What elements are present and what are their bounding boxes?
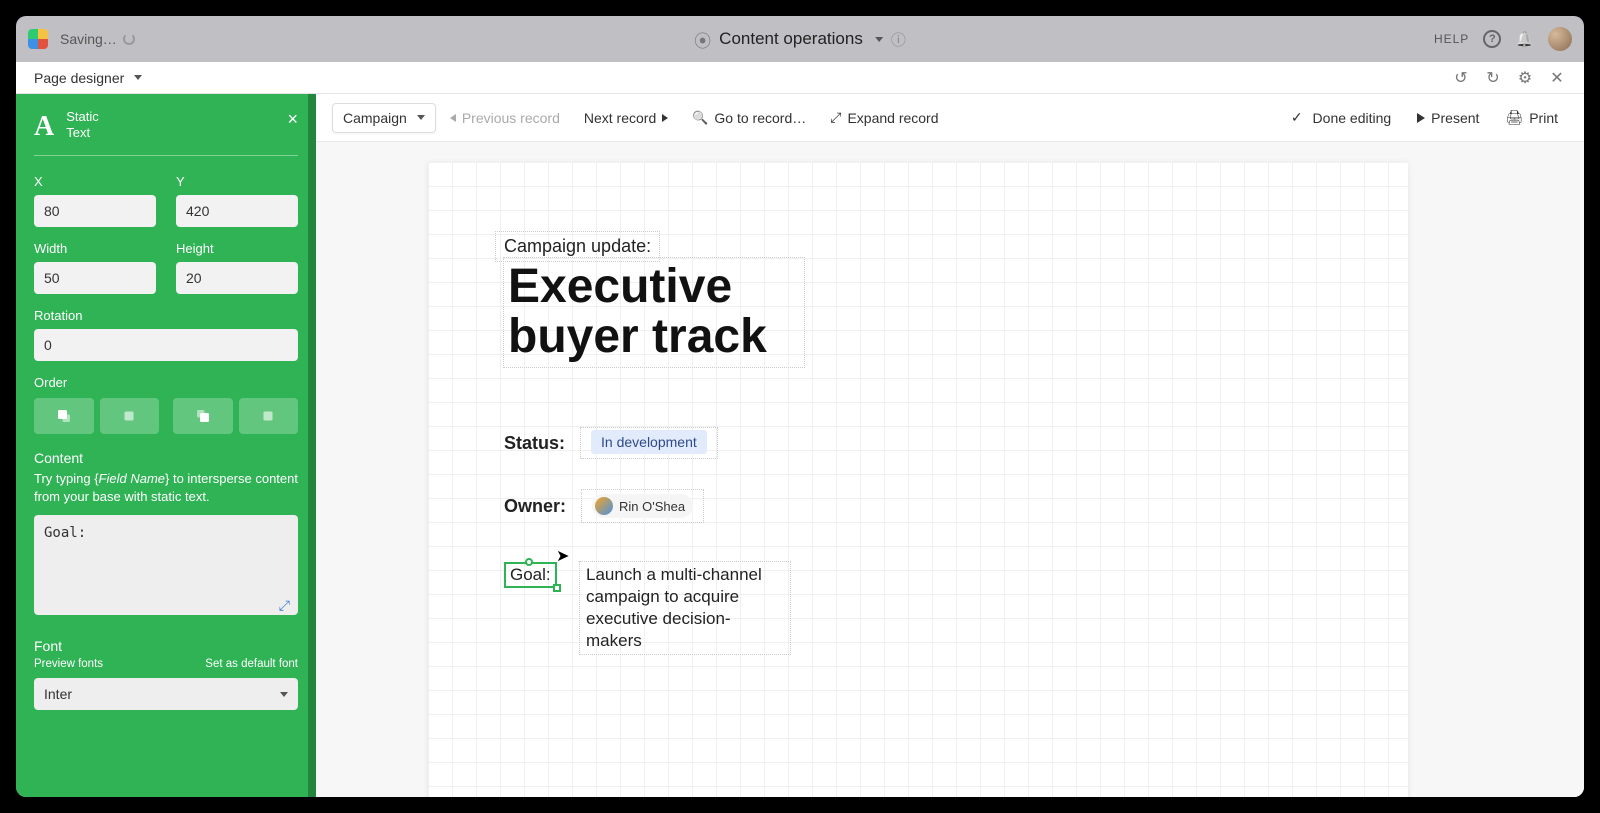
campaign-update-label[interactable]: Campaign update: (496, 232, 659, 261)
record-toolbar: Campaign Previous record Next record Go … (316, 94, 1584, 142)
bring-to-front-button[interactable] (34, 398, 94, 434)
element-type-label: Static Text (66, 109, 99, 142)
font-select[interactable]: Inter (34, 678, 298, 710)
status-pill: In development (591, 430, 707, 454)
order-label: Order (34, 375, 298, 390)
text-element-icon: A (34, 111, 54, 143)
content-area: Campaign Previous record Next record Go … (316, 94, 1584, 797)
next-record-button[interactable]: Next record (574, 104, 678, 132)
owner-avatar-icon (595, 497, 613, 515)
search-icon (692, 110, 708, 126)
present-label: Present (1431, 110, 1479, 126)
go-to-record-button[interactable]: Go to record… (682, 104, 816, 132)
print-icon (1505, 109, 1523, 126)
help-icon[interactable] (1483, 30, 1501, 48)
bell-icon[interactable] (1515, 30, 1534, 48)
status-row: Status: In development (504, 428, 717, 458)
width-label: Width (34, 241, 156, 256)
width-input[interactable] (34, 262, 156, 294)
cursor-icon: ➤ (556, 546, 569, 566)
goal-label-text: Goal: (510, 565, 551, 584)
chevron-down-icon (875, 37, 883, 42)
undo-button[interactable] (1452, 69, 1470, 87)
present-button[interactable]: Present (1407, 104, 1489, 132)
close-button[interactable] (1548, 69, 1566, 87)
goal-label-element[interactable]: Goal: (504, 562, 557, 588)
height-input[interactable] (176, 262, 298, 294)
goto-label: Go to record… (714, 110, 806, 126)
set-default-font-link[interactable]: Set as default font (205, 658, 298, 670)
owner-name: Rin O'Shea (619, 499, 685, 514)
saving-label: Saving… (60, 31, 117, 47)
saving-indicator: Saving… (60, 31, 135, 47)
previous-record-button[interactable]: Previous record (440, 104, 570, 132)
view-name: Page designer (34, 70, 124, 86)
font-value: Inter (44, 686, 72, 702)
base-title-group[interactable]: Content operations (694, 27, 906, 52)
print-button[interactable]: Print (1495, 103, 1568, 132)
chevron-down-icon (280, 692, 288, 697)
content-section-label: Content (34, 450, 298, 466)
owner-row: Owner: Rin O'Shea (504, 490, 703, 522)
campaign-title[interactable]: Executive buyer track (504, 258, 804, 367)
record-select-label: Campaign (343, 110, 407, 126)
expand-record-button[interactable]: Expand record (820, 103, 948, 132)
settings-button[interactable] (1516, 69, 1534, 87)
expand-label: Expand record (847, 110, 938, 126)
check-icon (1291, 109, 1307, 126)
goal-text-field[interactable]: Launch a multi-channel campaign to acqui… (580, 562, 790, 654)
selection-handle-icon[interactable] (553, 584, 561, 592)
next-label: Next record (584, 110, 656, 126)
preview-fonts-link[interactable]: Preview fonts (34, 658, 103, 670)
x-input[interactable] (34, 195, 156, 227)
bring-forward-button[interactable] (100, 398, 160, 434)
properties-sidebar: A Static Text × X Y Width (16, 94, 316, 797)
viewbar: Page designer (16, 62, 1584, 94)
chevron-down-icon (417, 115, 425, 120)
x-label: X (34, 174, 156, 189)
chevron-right-icon (662, 114, 668, 122)
y-input[interactable] (176, 195, 298, 227)
order-buttons (34, 398, 298, 434)
play-icon (1417, 113, 1425, 123)
canvas[interactable]: Campaign update: Executive buyer track S… (316, 142, 1584, 797)
record-select[interactable]: Campaign (332, 103, 436, 133)
info-icon[interactable] (891, 29, 906, 50)
prev-label: Previous record (462, 110, 560, 126)
expand-icon[interactable] (279, 597, 290, 614)
y-label: Y (176, 174, 298, 189)
spinner-icon (123, 33, 135, 45)
height-label: Height (176, 241, 298, 256)
chevron-down-icon (134, 75, 142, 80)
close-panel-button[interactable]: × (287, 109, 298, 130)
status-label[interactable]: Status: (504, 433, 565, 454)
chevron-left-icon (450, 114, 456, 122)
expand-icon (830, 109, 841, 126)
help-link[interactable]: HELP (1434, 32, 1469, 46)
send-to-back-button[interactable] (239, 398, 299, 434)
owner-label[interactable]: Owner: (504, 496, 566, 517)
redo-button[interactable] (1484, 69, 1502, 87)
rotation-label: Rotation (34, 308, 298, 323)
done-label: Done editing (1313, 110, 1392, 126)
globe-icon (694, 27, 711, 52)
send-backward-button[interactable] (173, 398, 233, 434)
content-hint: Try typing {Field Name} to intersperse c… (34, 470, 298, 505)
rotation-input[interactable] (34, 329, 298, 361)
topbar: Saving… Content operations HELP (16, 16, 1584, 62)
owner-chip: Rin O'Shea (592, 494, 693, 518)
print-label: Print (1529, 110, 1558, 126)
user-avatar[interactable] (1548, 27, 1572, 51)
font-section-label: Font (34, 638, 62, 654)
app-logo[interactable] (28, 29, 48, 49)
done-editing-button[interactable]: Done editing (1281, 103, 1401, 132)
view-switcher[interactable]: Page designer (34, 70, 142, 86)
content-textarea[interactable] (34, 515, 298, 615)
page[interactable]: Campaign update: Executive buyer track S… (428, 162, 1408, 797)
app-shell: Saving… Content operations HELP Page des… (16, 16, 1584, 797)
base-name: Content operations (719, 29, 863, 49)
status-field[interactable]: In development (581, 428, 717, 458)
owner-field[interactable]: Rin O'Shea (582, 490, 703, 522)
